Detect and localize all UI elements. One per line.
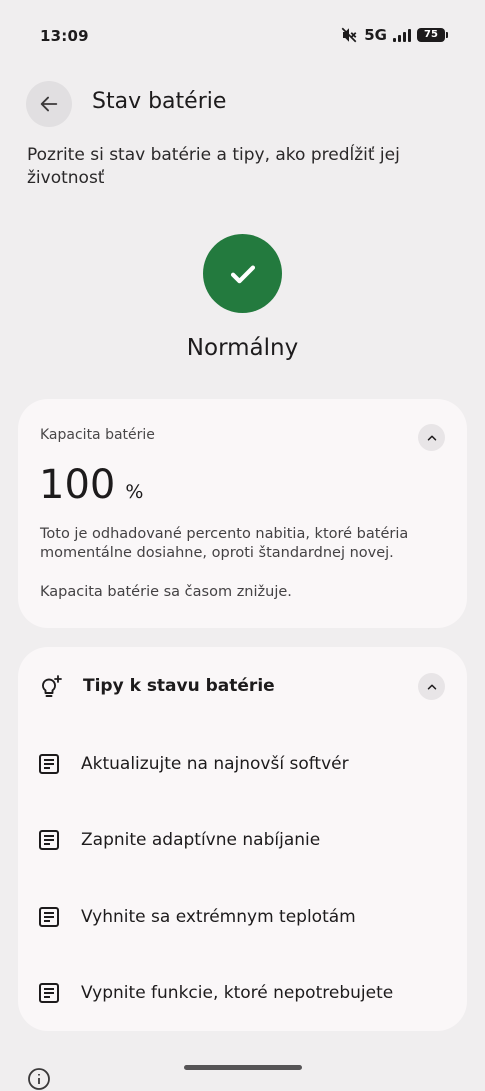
capacity-card: Kapacita batérie 100 % Toto je odhadovan…	[18, 399, 467, 628]
capacity-note: Kapacita batérie sa časom znižuje.	[40, 584, 292, 600]
info-icon	[28, 1068, 50, 1090]
status-time: 13:09	[40, 27, 89, 45]
tips-card: Tipy k stavu batérie Aktualizujte na naj…	[18, 647, 467, 1031]
capacity-collapse-button[interactable]	[418, 424, 445, 451]
page-subtitle: Pozrite si stav batérie a tipy, ako pred…	[27, 145, 400, 188]
capacity-value-group: 100 %	[39, 461, 143, 509]
network-type: 5G	[364, 26, 387, 44]
chevron-up-icon	[427, 434, 436, 441]
status-icons: 5G 75	[340, 26, 448, 44]
page-title: Stav batérie	[92, 89, 227, 114]
arrow-left-icon	[40, 96, 58, 112]
article-icon	[39, 754, 59, 774]
mute-icon	[341, 27, 357, 43]
tip-label: Aktualizujte na najnovší softvér	[81, 754, 349, 774]
status-indicator	[203, 234, 282, 313]
capacity-description: Toto je odhadované percento nabitia, kto…	[40, 526, 409, 561]
app-header: Stav batérie	[0, 80, 485, 128]
chevron-up-icon	[427, 683, 436, 690]
battery-level: 75	[424, 29, 438, 40]
status-bar: 13:09 5G 75	[0, 0, 485, 72]
capacity-unit: %	[125, 481, 144, 503]
status-label: Normálny	[186, 335, 299, 361]
home-indicator[interactable]	[184, 1065, 302, 1070]
lightbulb-icon	[42, 675, 62, 697]
battery-icon: 75	[417, 28, 448, 42]
tip-label: Vyhnite sa extrémnym teplotám	[81, 907, 356, 927]
capacity-label: Kapacita batérie	[40, 427, 155, 443]
article-icon	[39, 983, 59, 1003]
tip-item[interactable]: Aktualizujte na najnovší softvér	[18, 739, 467, 789]
signal-icon	[393, 28, 411, 42]
back-button[interactable]	[26, 81, 72, 127]
tips-title: Tipy k stavu batérie	[83, 676, 275, 696]
tip-item[interactable]: Zapnite adaptívne nabíjanie	[18, 815, 467, 865]
tip-label: Vypnite funkcie, ktoré nepotrebujete	[81, 983, 394, 1003]
tip-item[interactable]: Vyhnite sa extrémnym teplotám	[18, 892, 467, 942]
tips-collapse-button[interactable]	[418, 673, 445, 700]
article-icon	[39, 830, 59, 850]
tips-header[interactable]: Tipy k stavu batérie	[18, 647, 467, 727]
check-icon	[230, 265, 255, 283]
article-icon	[39, 907, 59, 927]
tip-label: Zapnite adaptívne nabíjanie	[81, 830, 321, 850]
tip-item[interactable]: Vypnite funkcie, ktoré nepotrebujete	[18, 968, 467, 1018]
capacity-value: 100	[39, 462, 116, 508]
